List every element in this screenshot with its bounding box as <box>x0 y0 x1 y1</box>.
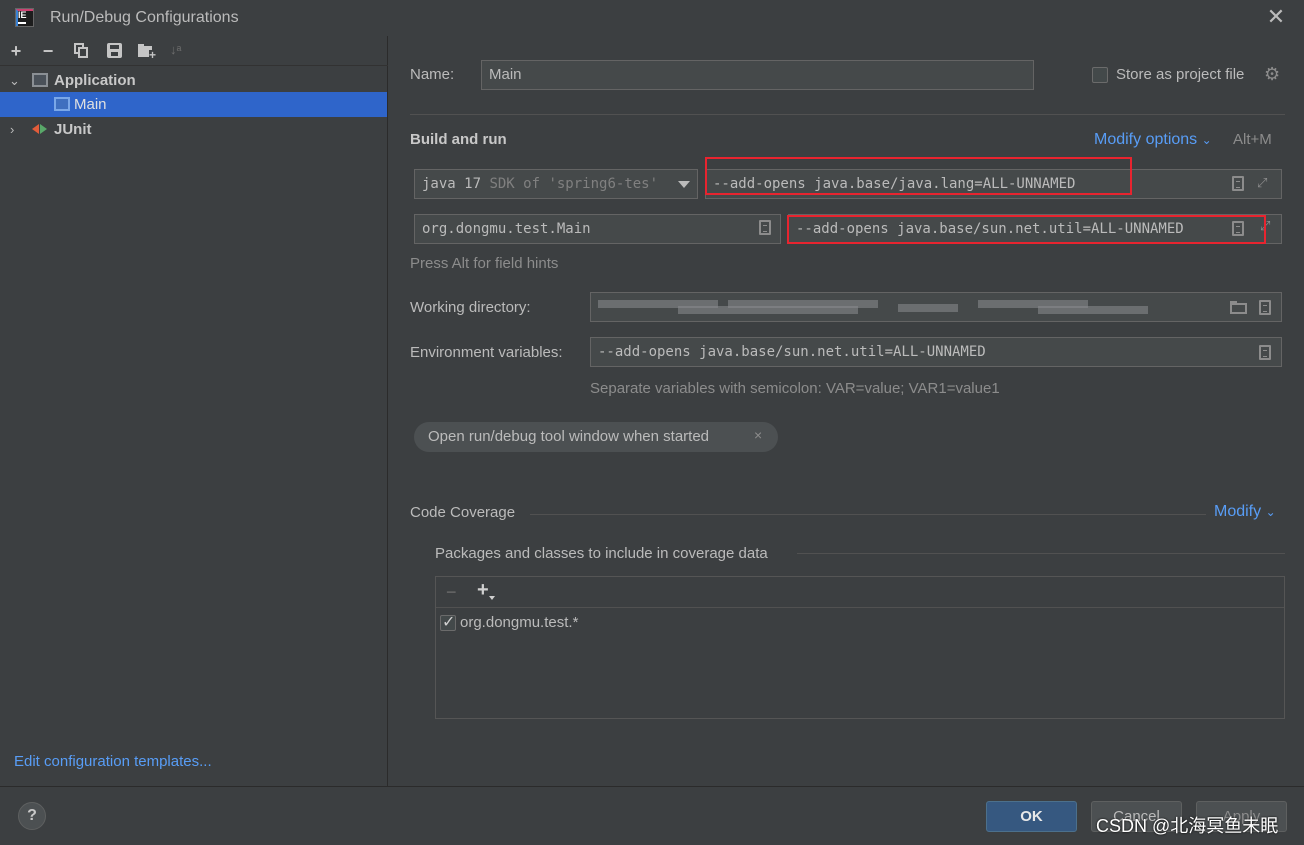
junit-icon <box>32 122 48 136</box>
chevron-right-icon[interactable]: › <box>10 117 22 142</box>
environment-variables-label: Environment variables: <box>410 344 563 361</box>
maximize-icon[interactable]: ⤢ <box>1257 176 1271 190</box>
jdk-version: java 17 <box>422 176 482 192</box>
coverage-modify-link[interactable]: Modify ⌄ <box>1214 503 1276 521</box>
remove-icon: − <box>446 582 457 602</box>
folder-icon[interactable] <box>1230 301 1248 314</box>
environment-variables-hint: Separate variables with semicolon: VAR=v… <box>590 380 1000 397</box>
main-class-field[interactable]: org.dongmu.test.Main <box>414 214 781 244</box>
expand-editor-icon[interactable] <box>1259 300 1271 315</box>
expand-editor-icon[interactable] <box>1232 176 1244 191</box>
add-icon[interactable]: + <box>5 40 27 62</box>
separator <box>530 514 1206 515</box>
tree-node-junit[interactable]: › JUnit <box>0 117 387 142</box>
separator <box>436 607 1284 608</box>
edit-variables-icon[interactable] <box>1259 345 1271 360</box>
tree-label-application: Application <box>54 72 136 89</box>
ok-button[interactable]: OK <box>986 801 1077 832</box>
store-as-project-file-checkbox[interactable] <box>1092 67 1108 83</box>
jdk-select[interactable]: java 17 SDK of 'spring6-tes' <box>414 169 698 199</box>
close-icon[interactable]: ✕ <box>1265 6 1287 28</box>
packages-label: Packages and classes to include in cover… <box>435 545 768 562</box>
gear-icon[interactable]: ⚙ <box>1264 64 1280 85</box>
application-icon <box>32 73 48 87</box>
browse-class-icon[interactable] <box>759 220 771 235</box>
separator <box>797 553 1285 554</box>
new-folder-icon[interactable]: + <box>138 44 157 61</box>
blurred-path <box>598 300 1148 314</box>
tree-label-main: Main <box>74 96 107 113</box>
code-coverage-heading: Code Coverage <box>410 504 516 521</box>
csdn-watermark: CSDN @北海冥鱼未眠 <box>1096 816 1279 836</box>
coverage-entry-checkbox[interactable] <box>440 612 456 632</box>
separator <box>410 114 1285 115</box>
add-dropdown-icon <box>489 596 495 600</box>
window-title: Run/Debug Configurations <box>50 9 239 26</box>
environment-variables-field[interactable]: --add-opens java.base/sun.net.util=ALL-U… <box>590 337 1282 367</box>
copy-icon[interactable] <box>74 43 88 58</box>
sort-icon: ↓ᵃ <box>170 42 182 57</box>
highlight-box-program-args <box>787 215 1266 244</box>
tree-node-main[interactable]: Main <box>0 92 387 117</box>
highlight-box-vm-options <box>705 157 1132 195</box>
help-button[interactable]: ? <box>18 802 46 830</box>
coverage-packages-table <box>435 576 1285 719</box>
store-as-project-file-label: Store as project file <box>1116 66 1245 83</box>
field-hints-text: Press Alt for field hints <box>410 255 559 272</box>
add-icon[interactable]: + <box>477 580 489 600</box>
dropdown-arrow-icon <box>678 181 690 188</box>
intellij-logo-icon: IE <box>15 8 34 27</box>
modify-options-link[interactable]: Modify options ⌄ <box>1094 131 1212 149</box>
jdk-sdk-description: SDK of 'spring6-tes' <box>489 176 659 192</box>
configuration-tree-panel <box>0 36 388 786</box>
remove-icon[interactable]: − <box>37 40 59 62</box>
tree-label-junit: JUnit <box>54 121 92 138</box>
chip-close-icon[interactable]: × <box>754 427 762 443</box>
coverage-entry-label: org.dongmu.test.* <box>460 614 579 631</box>
tree-node-application[interactable]: ⌄ Application <box>0 68 387 93</box>
jdk-select-arrow[interactable] <box>673 170 697 198</box>
name-label: Name: <box>410 66 455 83</box>
application-config-icon <box>54 97 70 111</box>
edit-templates-link[interactable]: Edit configuration templates... <box>14 753 212 770</box>
working-directory-label: Working directory: <box>410 299 531 316</box>
chip-label: Open run/debug tool window when started <box>428 428 710 445</box>
chevron-down-icon[interactable]: ⌄ <box>9 68 21 93</box>
name-field[interactable]: Main <box>481 60 1034 90</box>
build-and-run-heading: Build and run <box>410 131 507 148</box>
modify-options-shortcut: Alt+M <box>1233 131 1272 148</box>
save-icon[interactable] <box>107 43 122 58</box>
